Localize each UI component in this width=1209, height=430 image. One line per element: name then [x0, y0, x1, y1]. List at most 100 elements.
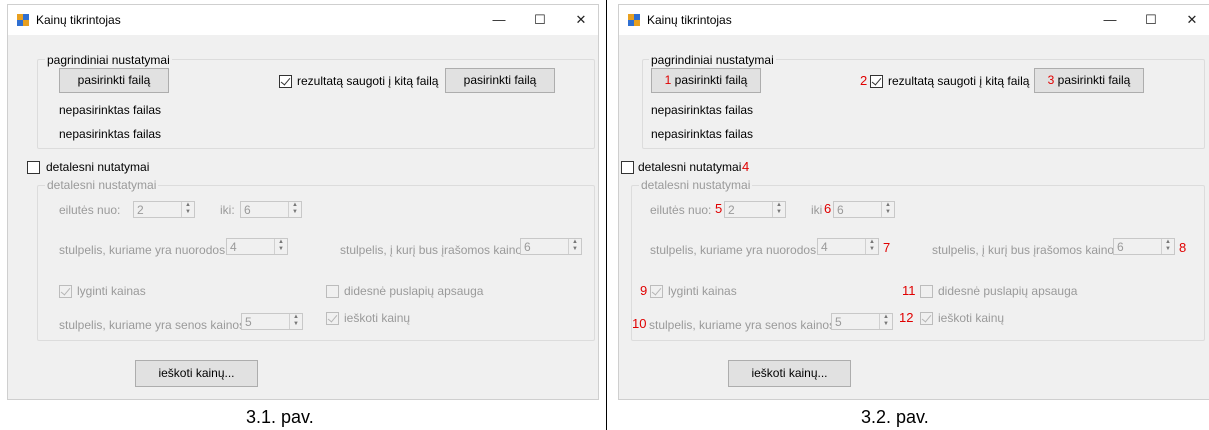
save-to-file-label: rezultatą saugoti į kitą failą	[297, 74, 439, 88]
app-icon	[17, 14, 29, 26]
spinner-arrows-icon[interactable]: ▲ ▼	[772, 202, 785, 217]
links-column-value: 4	[230, 240, 237, 254]
spinner-arrows-icon[interactable]: ▲ ▼	[288, 202, 301, 217]
select-output-file-label: pasirinkti failą	[1057, 73, 1131, 87]
search-prices-label: ieškoti kainų	[938, 311, 1005, 325]
file-status-1: nepasirinktas failas	[59, 103, 162, 117]
search-prices-button[interactable]: ieškoti kainų...	[135, 360, 258, 387]
figure-3-2: Kainų tikrintojas — ☐ ✕ pagrindiniai nus…	[608, 0, 1209, 430]
close-button[interactable]: ✕	[1180, 9, 1204, 31]
prices-write-column-label: stulpelis, į kurį bus įrašomos kainos	[932, 243, 1121, 257]
compare-prices-checkbox[interactable]	[59, 285, 72, 298]
window-title: Kainų tikrintojas	[647, 13, 732, 27]
marker-6: 6	[824, 201, 832, 216]
compare-prices-label: lyginti kainas	[668, 284, 737, 298]
marker-9: 9	[640, 283, 648, 298]
main-settings-legend: pagrindiniai nustatymai	[45, 53, 172, 67]
window-title: Kainų tikrintojas	[36, 13, 121, 27]
links-column-value: 4	[821, 240, 828, 254]
select-file-label: pasirinkti failą	[674, 73, 748, 87]
marker-1: 1	[664, 73, 672, 87]
rows-to-value: 6	[244, 203, 251, 217]
rows-to-spinner[interactable]: 6 ▲ ▼	[240, 201, 302, 218]
old-prices-column-value: 5	[245, 315, 252, 329]
save-to-file-checkbox[interactable]	[870, 75, 883, 88]
spinner-arrows-icon[interactable]: ▲ ▼	[289, 314, 302, 329]
marker-2: 2	[860, 73, 868, 88]
old-prices-column-label: stulpelis, kuriame yra senos kainos	[59, 318, 246, 332]
spinner-arrows-icon[interactable]: ▲ ▼	[1161, 239, 1174, 254]
search-prices-checkbox[interactable]	[920, 312, 933, 325]
rows-to-spinner[interactable]: 6 ▲ ▼	[833, 201, 895, 218]
compare-prices-label: lyginti kainas	[77, 284, 146, 298]
rows-from-label: eilutės nuo:	[650, 203, 712, 217]
spinner-arrows-icon[interactable]: ▲ ▼	[879, 314, 892, 329]
app-window: Kainų tikrintojas — ☐ ✕ pagrindiniai nus…	[7, 4, 599, 400]
close-button[interactable]: ✕	[569, 9, 593, 31]
rows-to-value: 6	[837, 203, 844, 217]
marker-7: 7	[883, 240, 891, 255]
search-prices-button[interactable]: ieškoti kainų...	[728, 360, 851, 387]
links-column-spinner[interactable]: 4 ▲ ▼	[817, 238, 879, 255]
detailed-settings-checkbox[interactable]	[621, 161, 634, 174]
figure-caption: 3.2. pav.	[861, 407, 929, 427]
minimize-button[interactable]: —	[1098, 9, 1122, 31]
rows-from-spinner[interactable]: 2 ▲ ▼	[724, 201, 786, 218]
rows-to-label: iki	[811, 203, 823, 217]
prices-write-column-value: 6	[1117, 240, 1124, 254]
figure-3-1: Kainų tikrintojas — ☐ ✕ pagrindiniai nus…	[0, 0, 603, 430]
title-bar: Kainų tikrintojas — ☐ ✕	[8, 5, 598, 35]
maximize-button[interactable]: ☐	[528, 9, 552, 31]
prices-write-column-spinner[interactable]: 6 ▲ ▼	[520, 238, 582, 255]
file-status-1: nepasirinktas failas	[651, 103, 754, 117]
title-bar: Kainų tikrintojas — ☐ ✕	[619, 5, 1209, 35]
spinner-arrows-icon[interactable]: ▲ ▼	[865, 239, 878, 254]
select-output-file-button[interactable]: 3 pasirinkti failą	[1034, 68, 1144, 93]
rows-from-label: eilutės nuo:	[59, 203, 121, 217]
compare-prices-checkbox[interactable]	[650, 285, 663, 298]
save-to-file-checkbox[interactable]	[279, 75, 292, 88]
select-output-file-button[interactable]: pasirinkti failą	[445, 68, 555, 93]
save-to-file-label: rezultatą saugoti į kitą failą	[888, 74, 1030, 88]
links-column-label: stulpelis, kuriame yra nuorodos	[650, 243, 817, 257]
page-protection-checkbox[interactable]	[326, 285, 339, 298]
links-column-spinner[interactable]: 4 ▲ ▼	[226, 238, 288, 255]
old-prices-column-spinner[interactable]: 5 ▲ ▼	[241, 313, 303, 330]
maximize-button[interactable]: ☐	[1139, 9, 1163, 31]
spinner-arrows-icon[interactable]: ▲ ▼	[568, 239, 581, 254]
figure-caption: 3.1. pav.	[246, 407, 314, 427]
marker-12: 12	[899, 310, 914, 325]
main-settings-legend: pagrindiniai nustatymai	[649, 53, 776, 67]
rows-from-value: 2	[137, 203, 144, 217]
marker-3: 3	[1047, 73, 1055, 87]
detailed-settings-checkbox[interactable]	[27, 161, 40, 174]
links-column-label: stulpelis, kuriame yra nuorodos	[59, 243, 226, 257]
rows-from-spinner[interactable]: 2 ▲ ▼	[133, 201, 195, 218]
select-file-button[interactable]: 1 pasirinkti failą	[651, 68, 761, 93]
old-prices-column-spinner[interactable]: 5 ▲ ▼	[831, 313, 893, 330]
marker-11: 11	[902, 283, 916, 298]
prices-write-column-label: stulpelis, į kurį bus įrašomos kainos	[340, 243, 529, 257]
search-prices-checkbox[interactable]	[326, 312, 339, 325]
spinner-arrows-icon[interactable]: ▲ ▼	[881, 202, 894, 217]
minimize-button[interactable]: —	[487, 9, 511, 31]
marker-4: 4	[742, 159, 750, 174]
app-icon	[628, 14, 640, 26]
file-status-2: nepasirinktas failas	[651, 127, 754, 141]
spinner-arrows-icon[interactable]: ▲ ▼	[274, 239, 287, 254]
file-status-2: nepasirinktas failas	[59, 127, 162, 141]
prices-write-column-spinner[interactable]: 6 ▲ ▼	[1113, 238, 1175, 255]
detailed-settings-label: detalesni nutatymai	[638, 160, 742, 174]
rows-to-label: iki:	[220, 203, 235, 217]
prices-write-column-value: 6	[524, 240, 531, 254]
page-protection-checkbox[interactable]	[920, 285, 933, 298]
detailed-settings-legend: detalesni nustatymai	[45, 178, 159, 192]
page-protection-label: didesnė puslapių apsauga	[344, 284, 484, 298]
rows-from-value: 2	[728, 203, 735, 217]
detailed-settings-legend: detalesni nustatymai	[639, 178, 753, 192]
page-protection-label: didesnė puslapių apsauga	[938, 284, 1078, 298]
spinner-arrows-icon[interactable]: ▲ ▼	[181, 202, 194, 217]
app-window: Kainų tikrintojas — ☐ ✕ pagrindiniai nus…	[618, 4, 1209, 400]
marker-8: 8	[1179, 240, 1187, 255]
select-file-button[interactable]: pasirinkti failą	[59, 68, 169, 93]
